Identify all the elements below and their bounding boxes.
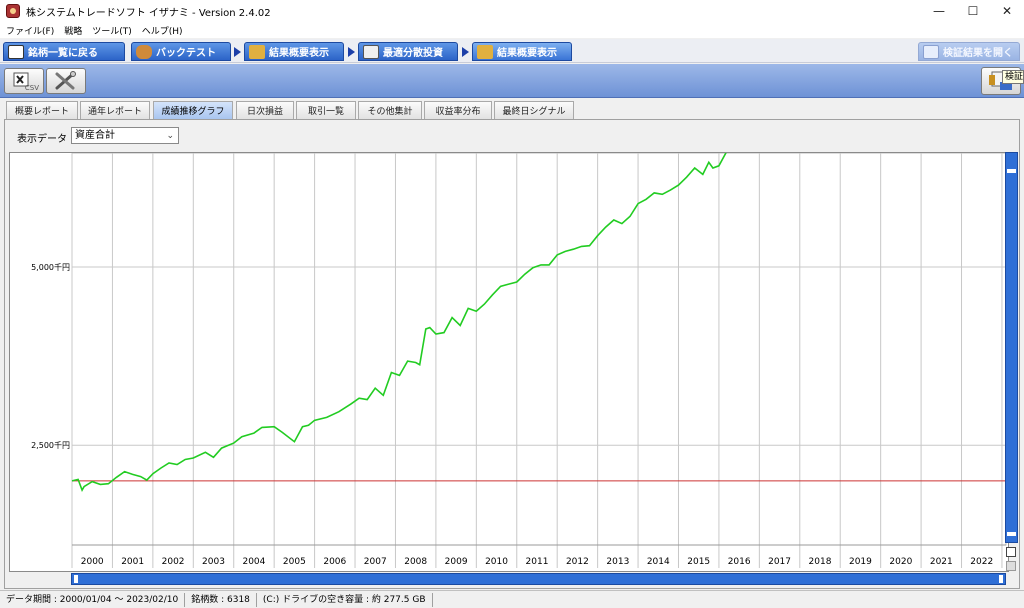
window-title: 株システムトレードソフト イザナミ - Version 2.4.02 bbox=[26, 7, 271, 19]
hscroll-right-handle[interactable] bbox=[999, 575, 1003, 583]
x-tick-label: 2018 bbox=[809, 557, 832, 567]
chart-svg: 2000 2001 2002 2003 2004 2005 2006 2007 2008 2009… bbox=[31, 51, 1007, 568]
nav-summary[interactable]: 結果概要表示 bbox=[244, 42, 344, 61]
nav-portfolio-label: 最適分散投資 bbox=[383, 48, 443, 59]
status-symbol-count: 銘柄数 : 6318 bbox=[185, 592, 257, 607]
menu-file[interactable]: ファイル(F) bbox=[6, 24, 54, 37]
title-bar: 株システムトレードソフト イザナミ - Version 2.4.02 — ☐ ✕ bbox=[0, 0, 1024, 22]
zoom-checkbox[interactable] bbox=[1006, 547, 1016, 557]
minimize-button[interactable]: — bbox=[922, 0, 956, 22]
chart-vertical-scrollbar[interactable] bbox=[1005, 152, 1018, 543]
vscroll-top-handle[interactable] bbox=[1007, 169, 1016, 173]
step-arrow-icon bbox=[234, 47, 241, 57]
menu-bar: ファイル(F) 戦略 ツール(T) ヘルプ(H) bbox=[0, 22, 1024, 38]
export-csv-button[interactable]: CSV bbox=[4, 68, 44, 94]
chart-horizontal-scrollbar[interactable] bbox=[71, 573, 1006, 585]
x-tick-label: 2016 bbox=[728, 557, 751, 567]
x-tick-label: 2003 bbox=[202, 557, 225, 567]
x-tick-label: 2011 bbox=[526, 557, 549, 567]
nav-bar: 銘柄一覧に戻る バックテスト 結果概要表示 最適分散投資 結果概要表示 検証結果… bbox=[0, 39, 1024, 63]
nav-summary-active[interactable]: 結果概要表示 bbox=[472, 42, 572, 61]
folder-open-icon bbox=[923, 44, 939, 59]
x-tick-label: 2014 bbox=[647, 557, 670, 567]
nav-back-to-list[interactable]: 銘柄一覧に戻る bbox=[3, 42, 125, 61]
vscroll-bottom-handle[interactable] bbox=[1007, 532, 1016, 536]
report-tabs: 概要レポート 通年レポート 成績推移グラフ 日次損益 取引一覧 その他集計 収益… bbox=[0, 99, 1024, 119]
performance-chart: 2000 2001 2002 2003 2004 2005 2006 2007 2008 2009… bbox=[9, 51, 1009, 572]
x-tick-label: 2015 bbox=[687, 557, 710, 567]
x-tick-label: 2020 bbox=[889, 557, 912, 567]
nav-back-label: 銘柄一覧に戻る bbox=[28, 48, 98, 59]
calculator-icon bbox=[363, 44, 379, 59]
app-logo-icon bbox=[6, 4, 20, 18]
chevron-down-icon: ⌄ bbox=[166, 131, 174, 141]
x-tick-label: 2019 bbox=[849, 557, 872, 567]
open-result-button[interactable]: 検証結果を開く bbox=[918, 42, 1020, 61]
x-tick-label: 2005 bbox=[283, 557, 306, 567]
open-result-label: 検証結果を開く bbox=[943, 48, 1013, 59]
x-tick-label: 2008 bbox=[404, 557, 427, 567]
x-tick-label: 2009 bbox=[445, 557, 468, 567]
close-button[interactable]: ✕ bbox=[990, 0, 1024, 22]
x-tick-label: 2022 bbox=[970, 557, 993, 567]
tab-other-stats[interactable]: その他集計 bbox=[358, 101, 422, 119]
step-arrow-icon bbox=[462, 47, 469, 57]
status-drive-space: (C:) ドライブの空き容量 : 約 277.5 GB bbox=[257, 592, 433, 607]
step-arrow-icon bbox=[348, 47, 355, 57]
tab-return-distribution[interactable]: 収益率分布 bbox=[424, 101, 492, 119]
coins-icon bbox=[249, 44, 265, 59]
app-window: 株システムトレードソフト イザナミ - Version 2.4.02 — ☐ ✕… bbox=[0, 0, 1024, 608]
menu-help[interactable]: ヘルプ(H) bbox=[142, 24, 183, 37]
x-tick-label: 2006 bbox=[323, 557, 346, 567]
x-tick-label: 2001 bbox=[121, 557, 144, 567]
chart-panel: 表示データ 資産合計 ⌄ 2000 2001 2002 2003 2004 2005 200… bbox=[4, 51, 1020, 589]
display-data-label: 表示データ bbox=[17, 134, 67, 145]
window-controls: — ☐ ✕ bbox=[922, 0, 1024, 22]
x-tick-label: 2021 bbox=[930, 557, 953, 567]
tab-summary-report[interactable]: 概要レポート bbox=[6, 101, 78, 119]
y-tick-label: 5,000千円 bbox=[31, 262, 70, 272]
x-tick-label: 2000 bbox=[81, 557, 104, 567]
nav-backtest[interactable]: バックテスト bbox=[131, 42, 231, 61]
tab-trade-list[interactable]: 取引一覧 bbox=[296, 101, 356, 119]
menu-strategy[interactable]: 戦略 bbox=[64, 24, 82, 37]
display-data-select[interactable]: 資産合計 ⌄ bbox=[71, 127, 179, 144]
x-tick-label: 2007 bbox=[364, 557, 387, 567]
nav-summary-active-label: 結果概要表示 bbox=[497, 48, 557, 59]
tab-last-day-signal[interactable]: 最終日シグナル bbox=[494, 101, 574, 119]
coins-icon bbox=[477, 44, 493, 59]
tab-performance-chart[interactable]: 成績推移グラフ bbox=[153, 101, 233, 119]
hscroll-left-handle[interactable] bbox=[74, 575, 78, 583]
tool-bar: CSV bbox=[0, 64, 1024, 98]
tab-yearly-report[interactable]: 通年レポート bbox=[80, 101, 150, 119]
x-tick-label: 2017 bbox=[768, 557, 791, 567]
display-data-value: 資産合計 bbox=[75, 130, 115, 141]
x-tick-label: 2012 bbox=[566, 557, 589, 567]
y-tick-label: 2,500千円 bbox=[31, 440, 70, 450]
maximize-button[interactable]: ☐ bbox=[956, 0, 990, 22]
verify-tooltip: 検証 bbox=[1002, 70, 1024, 84]
x-tick-label: 2013 bbox=[606, 557, 629, 567]
status-data-period: データ期間 : 2000/01/04 〜 2023/02/10 bbox=[0, 592, 186, 607]
plot-area bbox=[71, 152, 1007, 546]
settings-tools-button[interactable] bbox=[46, 68, 86, 94]
option-checkbox[interactable] bbox=[1006, 561, 1016, 571]
x-tick-label: 2010 bbox=[485, 557, 508, 567]
nav-backtest-label: バックテスト bbox=[156, 48, 216, 59]
menu-tools[interactable]: ツール(T) bbox=[92, 24, 132, 37]
money-bag-icon bbox=[136, 44, 152, 59]
eye-icon bbox=[8, 44, 24, 59]
status-bar: データ期間 : 2000/01/04 〜 2023/02/10 銘柄数 : 63… bbox=[0, 590, 1024, 608]
x-tick-label: 2004 bbox=[242, 557, 265, 567]
tab-daily-pnl[interactable]: 日次損益 bbox=[236, 101, 294, 119]
nav-summary-label: 結果概要表示 bbox=[269, 48, 329, 59]
nav-portfolio[interactable]: 最適分散投資 bbox=[358, 42, 458, 61]
wrench-icon bbox=[55, 71, 76, 90]
x-tick-label: 2002 bbox=[162, 557, 185, 567]
csv-label: CSV bbox=[24, 84, 39, 92]
